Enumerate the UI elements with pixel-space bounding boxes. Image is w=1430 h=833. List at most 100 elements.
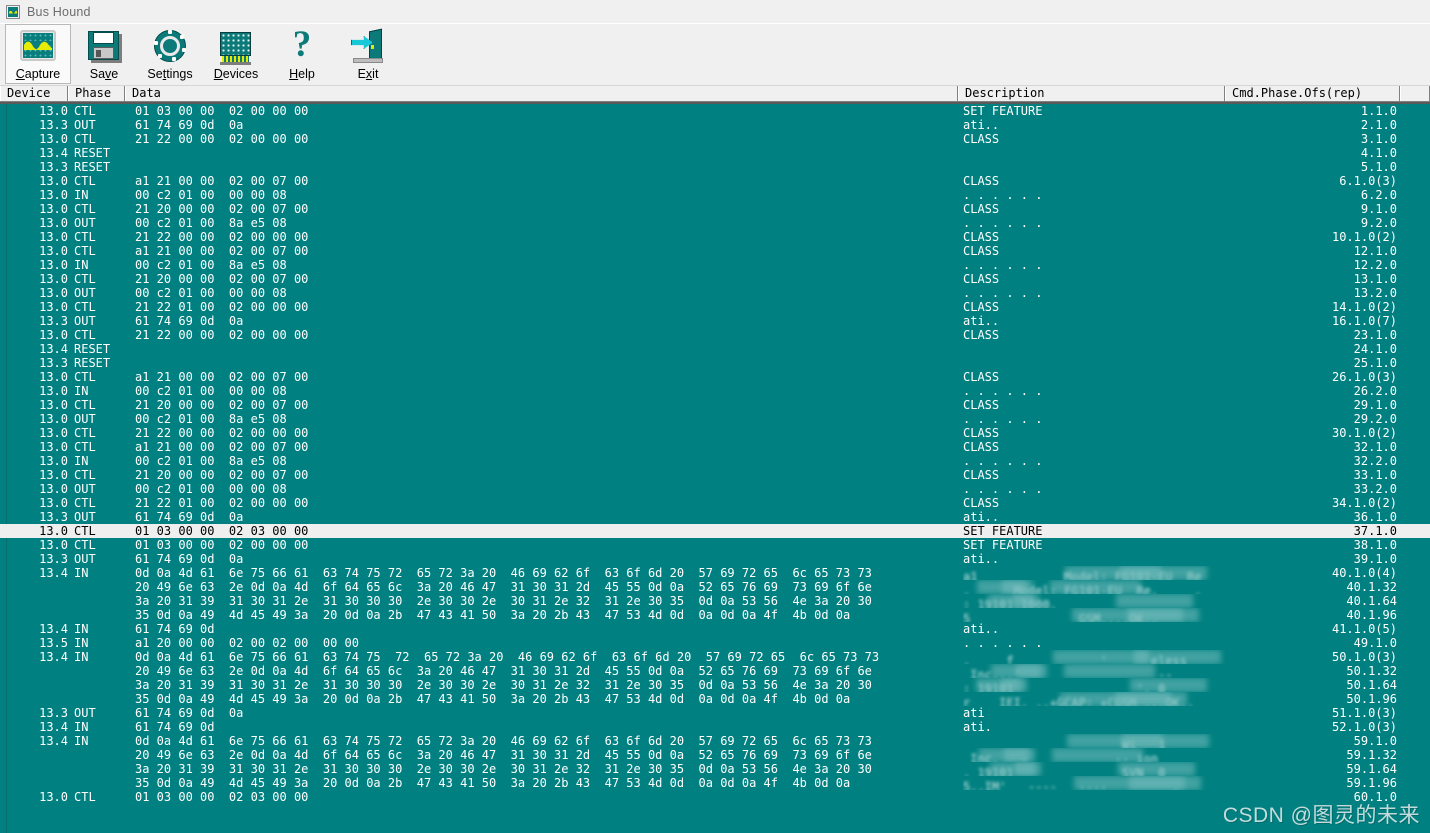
cell-cmd-phase-ofs: 50.1.32 [1346,664,1397,678]
cell-phase: CTL [74,398,96,412]
table-row[interactable]: 13.0 CTL 21 20 00 00 02 00 07 00 CLASS 13.1.… [0,272,1430,286]
table-row[interactable]: 13.0 CTL 01 03 00 00 02 03 00 00 60.1.0 [0,790,1430,804]
cell-cmd-phase-ofs: 23.1.0 [1353,328,1397,342]
table-row[interactable]: 13.3 RESET 5.1.0 [0,160,1430,174]
table-row[interactable]: 13.0 IN 00 c2 01 00 00 00 08 . . . . . . 6.2… [0,188,1430,202]
settings-button-label: Settings [147,67,193,81]
table-row[interactable]: 13.0 CTL a1 21 00 00 02 00 07 00 CLASS 26.1.… [0,370,1430,384]
table-row[interactable]: 13.0 CTL 21 22 00 00 02 00 00 00 CLASS 23.1.… [0,328,1430,342]
table-row[interactable]: 13.4 IN 0d 0a 4d 61 6e 75 66 61 63 74 75 7… [0,734,1430,748]
table-row[interactable]: 13.3 OUT 61 74 69 0d 0a ati.. 16.1.0(7) [0,314,1430,328]
table-row[interactable]: 13.0 OUT 00 c2 01 00 8a e5 08 . . . . . . 29… [0,412,1430,426]
table-row[interactable]: 13.3 RESET 25.1.0 [0,356,1430,370]
column-header-description[interactable]: Description [958,86,1225,101]
cell-cmd-phase-ofs: 24.1.0 [1353,342,1397,356]
cell-description: SET FEATURE [963,104,1043,118]
cell-data: a1 20 00 00 02 00 02 00 00 00 [135,636,359,650]
cell-description-redacted: : 19101 '. 0 [963,678,1225,692]
cell-data: 3a 20 31 39 31 30 31 2e 31 30 30 30 2e 3… [135,762,872,776]
column-header-phase[interactable]: Phase [68,86,125,101]
cell-device: 13.4 [39,342,68,356]
table-row[interactable]: 13.5 IN a1 20 00 00 02 00 02 00 00 00 . . .… [0,636,1430,650]
cell-cmd-phase-ofs: 5.1.0 [1360,160,1397,174]
cell-data: 00 c2 01 00 8a e5 08 [135,216,287,230]
cell-data: 21 20 00 00 02 00 07 00 [135,398,309,412]
help-button[interactable]: ?? Help [269,24,335,84]
exit-button[interactable]: Exit [335,24,401,84]
table-row[interactable]: 13.0 OUT 00 c2 01 00 00 00 08 . . . . . . 13… [0,286,1430,300]
cell-description: . . . . . . [963,188,1043,202]
table-row[interactable]: 13.0 OUT 00 c2 01 00 00 00 08 . . . . . . 33… [0,482,1430,496]
table-row[interactable]: 13.4 IN 0d 0a 4d 61 6e 75 66 61 63 74 75 7… [0,650,1430,664]
table-row[interactable]: 13.0 CTL a1 21 00 00 02 00 07 00 CLASS 32.1.… [0,440,1430,454]
table-row[interactable]: 13.0 CTL 21 22 00 00 02 00 00 00 CLASS 10.1.… [0,230,1430,244]
cell-data: 0d 0a 4d 61 6e 75 66 61 63 74 75 72 65 7… [135,566,872,580]
column-header-device[interactable]: Device [0,86,68,101]
cell-device: 13.4 [39,650,68,664]
save-button[interactable]: Save [71,24,137,84]
table-row[interactable]: 13.0 CTL 01 03 00 00 02 00 00 00 SET FEATUR… [0,104,1430,118]
table-row[interactable]: 13.0 IN 00 c2 01 00 00 00 08 . . . . . . 26.… [0,384,1430,398]
column-header-cmd-phase-ofs[interactable]: Cmd.Phase.Ofs(rep) [1225,86,1400,101]
table-row[interactable]: 35 0d 0a 49 4d 45 49 3a 20 0d 0a 2b 47 4… [0,692,1430,706]
devices-button[interactable]: Devices [203,24,269,84]
cell-description: CLASS [963,230,1000,244]
cell-phase: OUT [74,314,96,328]
table-row[interactable]: 13.0 CTL 01 03 00 00 02 03 00 00 SET FEATUR… [0,524,1430,538]
table-row[interactable]: 13.3 OUT 61 74 69 0d 0a ati.. 39.1.0 [0,552,1430,566]
table-row[interactable]: 13.0 CTL a1 21 00 00 02 00 07 00 CLASS 12.1.… [0,244,1430,258]
table-row[interactable]: 20 49 6e 63 2e 0d 0a 4d 6f 64 65 6c 3a 2… [0,580,1430,594]
cell-data: 0d 0a 4d 61 6e 75 66 61 63 74 75 72 65 7… [135,650,880,664]
table-row[interactable]: 13.0 IN 00 c2 01 00 8a e5 08 . . . . . . 32.… [0,454,1430,468]
cell-description-redacted: 5 GSM....OK.. [963,608,1225,622]
table-row[interactable]: 3a 20 31 39 31 30 31 2e 31 30 30 30 2e 3… [0,594,1430,608]
cell-description: . . . . . . [963,286,1043,300]
table-row[interactable]: 13.0 CTL 21 22 01 00 02 00 00 00 CLASS 34.1.… [0,496,1430,510]
table-row[interactable]: 13.0 CTL 21 22 00 00 02 00 00 00 CLASS 30.1.… [0,426,1430,440]
table-row[interactable]: 35 0d 0a 49 4d 45 49 3a 20 0d 0a 2b 47 4… [0,608,1430,622]
table-row[interactable]: 13.4 RESET 4.1.0 [0,146,1430,160]
column-header-data[interactable]: Data [125,86,958,101]
cell-data: 01 03 00 00 02 00 00 00 [135,104,309,118]
cell-description: CLASS [963,174,1000,188]
table-row[interactable]: 13.0 OUT 00 c2 01 00 8a e5 08 . . . . . . 9.… [0,216,1430,230]
table-row[interactable]: 13.4 IN 61 74 69 0d ati. 52.1.0(3) [0,720,1430,734]
table-row[interactable]: 13.3 OUT 61 74 69 0d 0a ati.. 36.1.0 [0,510,1430,524]
table-row[interactable]: 3a 20 31 39 31 30 31 2e 31 30 30 30 2e 3… [0,678,1430,692]
settings-button[interactable]: Settings [137,24,203,84]
cell-cmd-phase-ofs: 4.1.0 [1360,146,1397,160]
cell-phase: IN [74,258,89,272]
table-row[interactable]: 35 0d 0a 49 4d 45 49 3a 20 0d 0a 2b 47 4… [0,776,1430,790]
bus-trace-grid[interactable]: 13.0 CTL 01 03 00 00 02 00 00 00 SET FEATUR… [0,102,1430,833]
capture-button[interactable]: Capture [5,24,71,84]
cell-device: 13.3 [39,356,68,370]
cell-cmd-phase-ofs: 34.1.0(2) [1331,496,1397,510]
table-row[interactable]: 13.0 CTL 21 20 00 00 02 00 07 00 CLASS 29.1.… [0,398,1430,412]
table-row[interactable]: 13.0 CTL 01 03 00 00 02 00 00 00 SET FEATUR… [0,538,1430,552]
table-row[interactable]: 13.0 CTL 21 22 00 00 02 00 00 00 CLASS 3.1.0 [0,132,1430,146]
table-row[interactable]: 13.0 CTL a1 21 00 00 02 00 07 00 CLASS 6.1.0… [0,174,1430,188]
cell-phase: RESET [74,356,111,370]
table-row[interactable]: 13.4 IN 61 74 69 0d ati.. 41.1.0(5) [0,622,1430,636]
table-row[interactable]: 20 49 6e 63 2e 0d 0a 4d 6f 64 65 6c 3a 2… [0,748,1430,762]
cell-phase: CTL [74,496,96,510]
table-row[interactable]: 13.4 RESET 24.1.0 [0,342,1430,356]
cell-device: 13.0 [39,104,68,118]
cell-phase: CTL [74,230,96,244]
table-row[interactable]: 13.0 CTL 21 20 00 00 02 00 07 00 CLASS 9.1.0 [0,202,1430,216]
table-row[interactable]: 13.4 IN 0d 0a 4d 61 6e 75 66 61 63 74 75 7… [0,566,1430,580]
table-row[interactable]: 13.3 OUT 61 74 69 0d 0a ati.. 2.1.0 [0,118,1430,132]
redaction-smudge [1002,580,1033,594]
table-row[interactable]: 3a 20 31 39 31 30 31 2e 31 30 30 30 2e 3… [0,762,1430,776]
cell-cmd-phase-ofs: 29.1.0 [1353,398,1397,412]
cell-device: 13.0 [39,426,68,440]
table-row[interactable]: 13.0 IN 00 c2 01 00 8a e5 08 . . . . . . 12.… [0,258,1430,272]
cell-data: 20 49 6e 63 2e 0d 0a 4d 6f 64 65 6c 3a 2… [135,580,872,594]
cell-description: . . . . . . [963,258,1043,272]
cell-data: 00 c2 01 00 8a e5 08 [135,412,287,426]
table-row[interactable]: 13.3 OUT 61 74 69 0d 0a ati 51.1.0(3) [0,706,1430,720]
table-row[interactable]: 13.0 CTL 21 22 01 00 02 00 00 00 CLASS 14.1.… [0,300,1430,314]
watermark: CSDN @图灵的未来 [1222,804,1420,827]
table-row[interactable]: 13.0 CTL 21 20 00 00 02 00 07 00 CLASS 33.1.… [0,468,1430,482]
table-row[interactable]: 20 49 6e 63 2e 0d 0a 4d 6f 64 65 6c 3a 2… [0,664,1430,678]
